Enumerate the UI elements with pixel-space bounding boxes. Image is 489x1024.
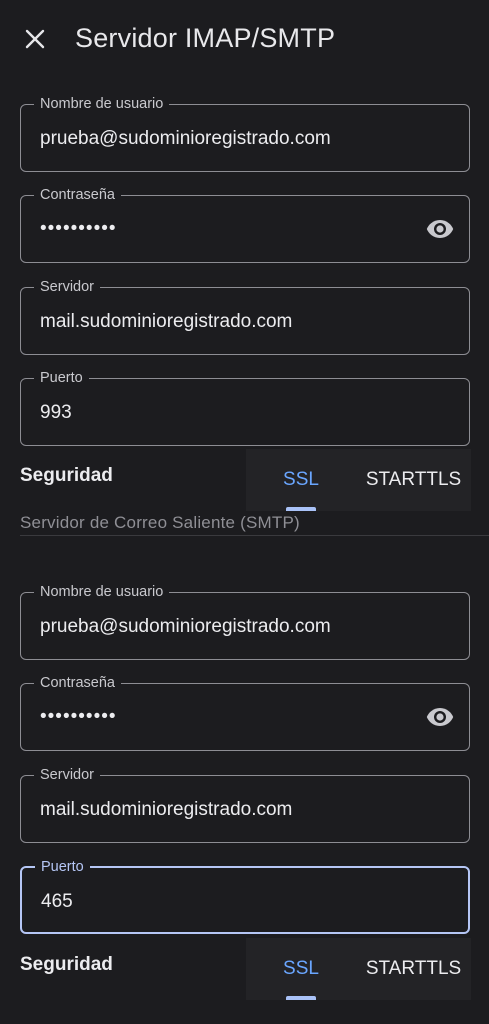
smtp-username-value: prueba@sudominioregistrado.com xyxy=(40,616,331,637)
imap-password-value: •••••••••• xyxy=(40,218,117,239)
imap-password-field[interactable]: Contraseña •••••••••• xyxy=(20,186,470,263)
smtp-port-label: Puerto xyxy=(35,858,90,876)
imap-security-selected-indicator xyxy=(286,507,316,511)
smtp-port-value: 465 xyxy=(41,891,73,912)
smtp-password-label: Contraseña xyxy=(34,674,121,692)
imap-username-label: Nombre de usuario xyxy=(34,95,170,113)
smtp-security-starttls-label: STARTTLS xyxy=(365,958,462,979)
smtp-password-visibility-toggle[interactable] xyxy=(425,704,455,730)
imap-security-starttls-label: STARTTLS xyxy=(365,469,462,490)
smtp-username-label: Nombre de usuario xyxy=(34,583,170,601)
imap-security-ssl-label: SSL xyxy=(283,469,319,490)
smtp-server-field[interactable]: Servidor mail.sudominioregistrado.com xyxy=(20,766,470,843)
imap-security-option-starttls[interactable]: STARTTLS xyxy=(356,449,471,511)
smtp-password-value: •••••••••• xyxy=(40,706,117,727)
smtp-security-option-starttls[interactable]: STARTTLS xyxy=(356,938,471,1000)
imap-port-label: Puerto xyxy=(34,369,89,387)
imap-username-field[interactable]: Nombre de usuario prueba@sudominioregist… xyxy=(20,95,470,172)
smtp-security-ssl-label: SSL xyxy=(283,958,319,979)
imap-server-value: mail.sudominioregistrado.com xyxy=(40,311,293,332)
smtp-section-title: Servidor de Correo Saliente (SMTP) xyxy=(20,513,300,532)
top-app-bar: Servidor IMAP/SMTP xyxy=(0,0,489,78)
imap-security-segmented-control: SSL STARTTLS xyxy=(246,449,471,511)
smtp-security-label: Seguridad xyxy=(20,954,113,975)
smtp-security-option-ssl[interactable]: SSL xyxy=(246,938,356,1000)
smtp-username-field[interactable]: Nombre de usuario prueba@sudominioregist… xyxy=(20,583,470,660)
smtp-port-field[interactable]: Puerto 465 xyxy=(20,858,470,934)
close-icon xyxy=(25,29,45,49)
imap-security-row: Seguridad SSL STARTTLS xyxy=(20,449,471,511)
eye-icon xyxy=(426,220,454,238)
imap-password-label: Contraseña xyxy=(34,186,121,204)
smtp-security-selected-indicator xyxy=(286,996,316,1000)
imap-username-value: prueba@sudominioregistrado.com xyxy=(40,128,331,149)
settings-screen: Servidor IMAP/SMTP Nombre de usuario pru… xyxy=(0,0,489,1024)
section-divider xyxy=(20,535,489,536)
imap-security-option-ssl[interactable]: SSL xyxy=(246,449,356,511)
page-title: Servidor IMAP/SMTP xyxy=(75,23,336,53)
imap-security-label: Seguridad xyxy=(20,465,113,486)
imap-password-visibility-toggle[interactable] xyxy=(425,216,455,242)
smtp-security-segmented-control: SSL STARTTLS xyxy=(246,938,471,1000)
close-button[interactable] xyxy=(18,22,52,56)
imap-server-field[interactable]: Servidor mail.sudominioregistrado.com xyxy=(20,278,470,355)
smtp-password-field[interactable]: Contraseña •••••••••• xyxy=(20,674,470,751)
eye-icon xyxy=(426,708,454,726)
imap-port-value: 993 xyxy=(40,402,72,423)
smtp-server-label: Servidor xyxy=(34,766,100,784)
imap-server-label: Servidor xyxy=(34,278,100,296)
smtp-security-row: Seguridad SSL STARTTLS xyxy=(20,938,471,1000)
smtp-server-value: mail.sudominioregistrado.com xyxy=(40,799,293,820)
imap-port-field[interactable]: Puerto 993 xyxy=(20,369,470,446)
